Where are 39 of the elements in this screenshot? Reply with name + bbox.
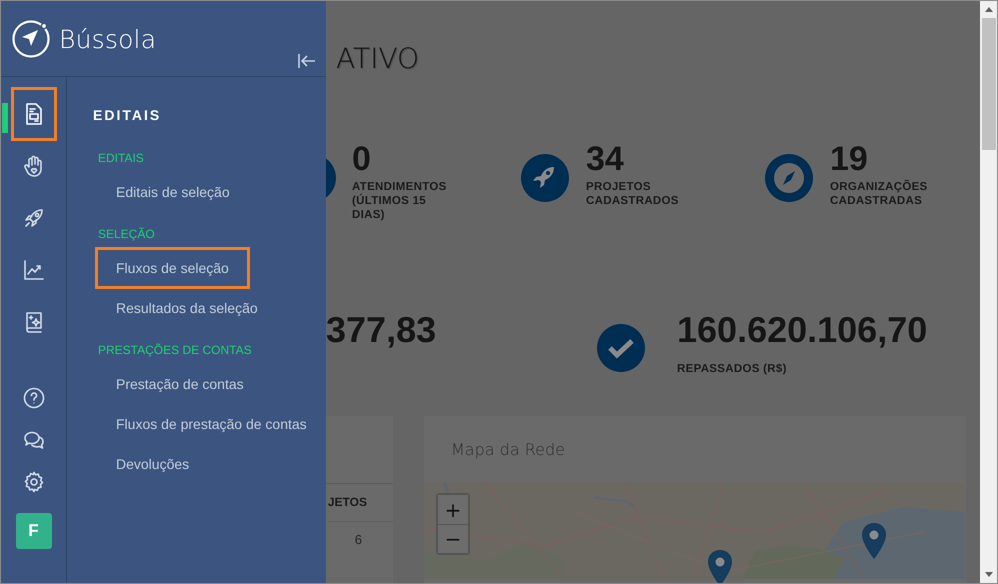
stat-label: PROJETOS CADASTRADOS — [586, 180, 680, 208]
zoom-out-button[interactable]: − — [438, 524, 468, 553]
check-icon — [597, 324, 645, 372]
document-icon[interactable] — [10, 87, 56, 141]
menu-item[interactable]: Devoluções — [95, 443, 198, 485]
compass-logo-icon — [11, 19, 51, 59]
stat-value: 377,83 — [326, 312, 436, 348]
user-avatar[interactable]: F — [16, 513, 52, 549]
stat-label: ATENDIMENTOS (ÚLTIMOS 15 DIAS) — [352, 180, 448, 222]
scroll-down-arrow[interactable] — [984, 572, 992, 577]
card-title: Mapa da Rede — [450, 438, 566, 460]
menu-item[interactable]: Prestação de contas — [95, 363, 253, 405]
stat-label: ORGANIZAÇÕES CADASTRADAS — [830, 180, 929, 208]
stat-icon — [326, 158, 336, 198]
stat-value: 160.620.106,70 — [677, 312, 928, 348]
stat-value: 34 — [586, 142, 625, 176]
section-label: SELEÇÃO — [98, 227, 155, 241]
compass-icon — [765, 154, 813, 202]
menu-item[interactable]: Resultados da seleção — [95, 287, 267, 329]
map-pin-icon[interactable] — [861, 522, 887, 560]
app-name: Bússola — [59, 24, 156, 54]
scroll-up-arrow[interactable] — [984, 7, 992, 12]
menu-item[interactable]: Fluxos de seleção — [95, 247, 250, 289]
column-header: JETOS — [328, 484, 393, 522]
collapse-icon[interactable] — [297, 53, 317, 69]
section-label: PRESTAÇÕES DE CONTAS — [98, 343, 252, 357]
rocket-icon — [521, 154, 569, 202]
section-label: EDITAIS — [98, 151, 144, 165]
stat-value: 19 — [830, 142, 869, 176]
scrollbar[interactable] — [980, 1, 997, 583]
menu-item[interactable]: Fluxos de prestação de contas — [95, 403, 316, 445]
stat-label: REPASSADOS (R$) — [677, 362, 788, 376]
table-cell-text: 6 — [354, 531, 363, 547]
page-title: ATIVO — [336, 42, 420, 75]
menu-title: EDITAIS — [93, 107, 162, 123]
stat-value: 0 — [352, 142, 372, 176]
map-pin-icon[interactable] — [707, 549, 733, 583]
scroll-thumb[interactable] — [982, 18, 996, 150]
menu-item[interactable]: Editais de seleção — [95, 171, 239, 213]
